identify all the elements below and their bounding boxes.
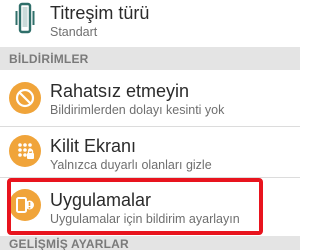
do-not-disturb-icon (9, 82, 41, 114)
do-not-disturb-subtitle: Bildirimlerden dolayı kesinti yok (50, 103, 225, 117)
vibration-type-row[interactable]: Titreşim türü Standart (0, 0, 300, 44)
lock-screen-subtitle: Yalnızca duyarlı olanları gizle (50, 158, 212, 172)
vibration-type-title: Titreşim türü (50, 3, 150, 23)
section-header-label: GELİŞMİŞ AYARLAR (9, 237, 129, 250)
section-header-advanced: GELİŞMİŞ AYARLAR (0, 236, 300, 250)
app-notifications-row[interactable]: Uygulamalar Uygulamalar için bildirim ay… (0, 178, 300, 235)
app-notifications-title: Uygulamalar (50, 190, 152, 210)
lock-screen-icon (9, 135, 41, 167)
vibration-type-value: Standart (50, 25, 98, 39)
do-not-disturb-title: Rahatsız etmeyin (50, 81, 190, 101)
lock-screen-title: Kilit Ekranı (50, 136, 137, 156)
do-not-disturb-row[interactable]: Rahatsız etmeyin Bildirimlerden dolayı k… (0, 70, 300, 126)
section-header-notifications: BİLDİRİMLER (0, 47, 300, 70)
section-header-label: BİLDİRİMLER (9, 52, 89, 66)
app-notifications-subtitle: Uygulamalar için bildirim ayarlayın (50, 212, 240, 226)
app-notifications-icon (9, 189, 41, 221)
lock-screen-row[interactable]: Kilit Ekranı Yalnızca duyarlı olanları g… (0, 127, 300, 177)
phone-vibrate-icon (14, 2, 36, 36)
